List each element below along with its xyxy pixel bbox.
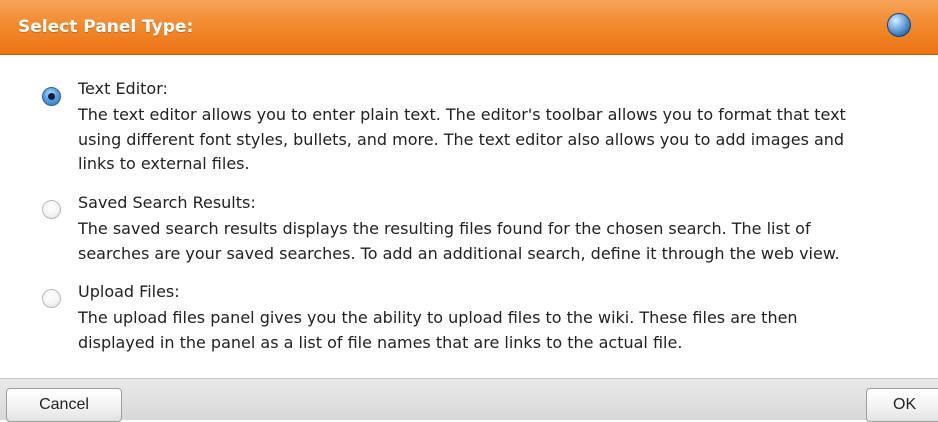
option-description: The upload files panel gives you the abi…: [78, 306, 918, 355]
option-label[interactable]: Saved Search Results:: [78, 192, 256, 214]
ok-button[interactable]: OK: [866, 388, 938, 422]
radio-text-editor[interactable]: [42, 87, 61, 106]
option-label[interactable]: Upload Files:: [78, 281, 180, 303]
description-line: The text editor allows you to enter plai…: [78, 105, 846, 124]
option-label[interactable]: Text Editor:: [78, 78, 168, 100]
dialog-titlebar: Select Panel Type:: [0, 0, 938, 55]
dialog-footer: Cancel OK: [0, 378, 938, 422]
cancel-button[interactable]: Cancel: [6, 388, 122, 422]
description-line: The upload files panel gives you the abi…: [78, 308, 798, 327]
option-description: The saved search results displays the re…: [78, 217, 918, 266]
description-line: using different font styles, bullets, an…: [78, 129, 845, 149]
description-line: The saved search results displays the re…: [78, 219, 811, 238]
description-line: links to external files.: [78, 154, 250, 173]
description-line: searches are your saved searches. To add…: [78, 243, 840, 263]
description-line: displayed in the panel as a list of file…: [78, 332, 683, 352]
dialog-title: Select Panel Type:: [18, 17, 194, 37]
option-description: The text editor allows you to enter plai…: [78, 103, 918, 177]
help-globe-icon[interactable]: [887, 13, 911, 37]
panel-type-options: Text Editor: The text editor allows you …: [0, 56, 938, 376]
select-panel-type-dialog: Select Panel Type: Text Editor: The text…: [0, 0, 938, 422]
radio-selected-dot: [48, 93, 55, 100]
radio-upload-files[interactable]: [42, 289, 61, 308]
radio-saved-search-results[interactable]: [42, 200, 61, 219]
